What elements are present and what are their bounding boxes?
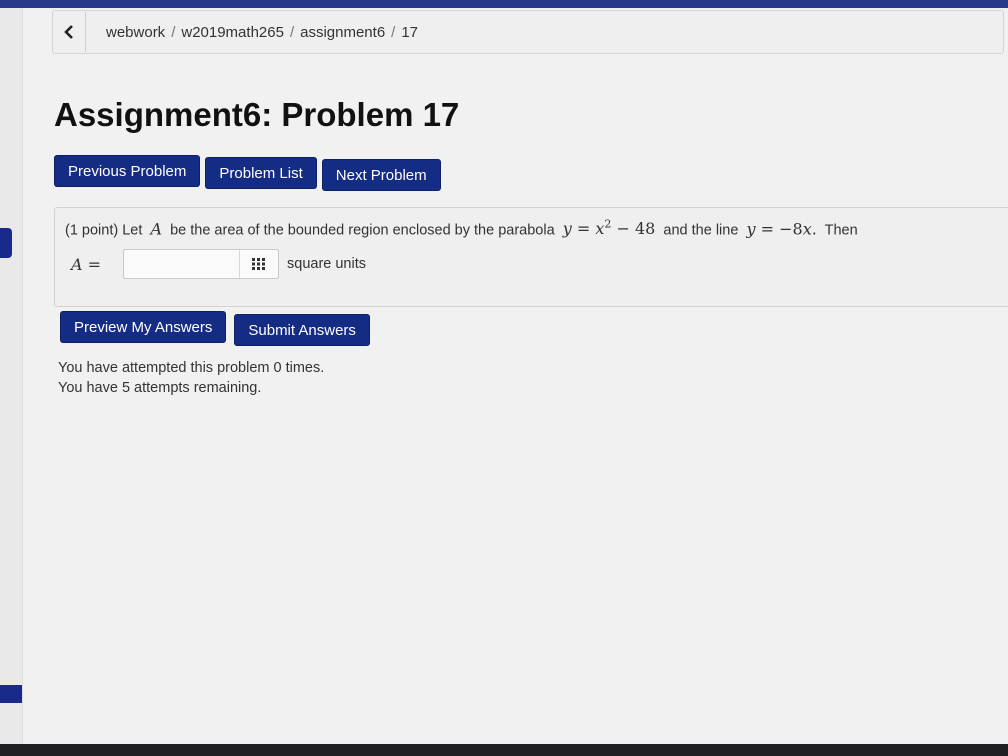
problem-text-then: Then (824, 222, 858, 239)
previous-problem-button[interactable]: Previous Problem (54, 155, 201, 187)
breadcrumb-assignment[interactable]: assignment6 (300, 24, 385, 41)
attempts-info: You have attempted this problem 0 times.… (58, 358, 324, 398)
breadcrumb-separator: / (391, 23, 396, 41)
left-panel-edge (0, 8, 23, 748)
page-title: Assignment6: Problem 17 (54, 96, 460, 133)
attempts-made: You have attempted this problem 0 times. (58, 360, 325, 376)
breadcrumb-webwork[interactable]: webwork (106, 24, 165, 41)
problem-list-button[interactable]: Problem List (205, 157, 317, 189)
breadcrumb-separator: / (289, 23, 295, 41)
chevron-left-icon (64, 25, 73, 39)
problem-points: (1 point) (65, 222, 119, 239)
answer-actions: Preview My Answers Submit Answers (60, 311, 370, 346)
next-problem-button[interactable]: Next Problem (321, 159, 441, 191)
submit-answers-button[interactable]: Submit Answers (234, 314, 370, 346)
answer-input[interactable] (123, 249, 279, 279)
top-accent-strip (0, 0, 1008, 8)
bottom-bezel (0, 744, 1008, 756)
problem-navigation: Previous Problem Problem List Next Probl… (54, 155, 441, 191)
sidebar-tab-bottom[interactable] (0, 685, 22, 703)
breadcrumb-trail: webwork / w2019math265 / assignment6 / 1… (106, 24, 418, 41)
answer-units: square units (287, 256, 366, 272)
problem-text-line: and the line (663, 222, 739, 239)
attempts-remaining: You have 5 attempts remaining. (58, 380, 262, 396)
breadcrumb: webwork / w2019math265 / assignment6 / 1… (52, 10, 1004, 54)
grid-icon (252, 258, 265, 270)
problem-text-main: be the area of the bounded region enclos… (170, 222, 555, 239)
breadcrumb-separator: / (171, 23, 176, 41)
sidebar-tab[interactable] (0, 228, 12, 258)
preview-answers-button[interactable]: Preview My Answers (60, 311, 227, 343)
answer-label: A = (71, 254, 102, 274)
breadcrumb-problem: 17 (401, 23, 419, 41)
problem-panel: (1 point) Let A be the area of the bound… (54, 207, 1008, 307)
math-parabola-equation: y = x2 − 48 (562, 218, 656, 239)
math-line-equation: y = −8x. (746, 219, 817, 239)
equation-editor-button[interactable] (239, 250, 278, 278)
problem-text-let: Let (122, 222, 143, 239)
breadcrumb-course[interactable]: w2019math265 (181, 24, 284, 41)
back-button[interactable] (53, 12, 86, 52)
answer-row: A = square units (71, 249, 366, 279)
problem-statement: (1 point) Let A be the area of the bound… (65, 218, 858, 238)
math-var-a: A (150, 219, 163, 239)
